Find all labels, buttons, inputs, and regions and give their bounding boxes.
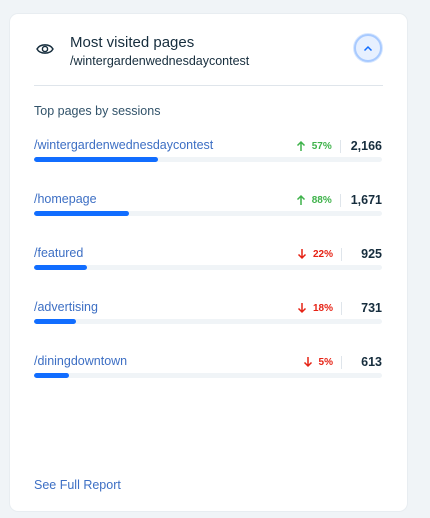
page-link[interactable]: /wintergardenwednesdaycontest [34, 138, 213, 152]
change-percent: 88% [311, 194, 332, 206]
page-link[interactable]: /diningdowntown [34, 354, 127, 368]
arrow-up-icon [296, 140, 305, 151]
progress-fill [34, 265, 87, 270]
metric-separator [341, 247, 342, 261]
session-count: 1,671 [350, 193, 382, 207]
section-label: Top pages by sessions [34, 104, 161, 118]
progress-track [34, 157, 382, 162]
page-link[interactable]: /featured [34, 246, 83, 260]
metric-separator [341, 301, 342, 315]
session-count: 925 [361, 247, 382, 261]
header-divider [34, 85, 383, 86]
progress-track [34, 319, 382, 324]
arrow-down-icon [297, 303, 307, 314]
progress-fill [34, 211, 129, 216]
see-full-report-link[interactable]: See Full Report [34, 478, 121, 492]
page-metric: 88% 1,671 [296, 192, 382, 208]
eye-icon [36, 44, 54, 54]
list-item: /advertising 18% 731 [34, 300, 382, 340]
change-percent: 57% [311, 140, 332, 152]
card-header: Most visited pages /wintergardenwednesda… [10, 14, 407, 86]
change-percent: 5% [318, 356, 333, 368]
list-item: /diningdowntown 5% 613 [34, 354, 382, 394]
progress-fill [34, 157, 158, 162]
card-subtitle: /wintergardenwednesdaycontest [70, 54, 250, 68]
list-item: /homepage 88% 1,671 [34, 192, 382, 232]
page-metric: 5% 613 [303, 354, 382, 370]
progress-track [34, 373, 382, 378]
session-count: 2,166 [350, 139, 382, 153]
progress-track [34, 211, 382, 216]
progress-fill [34, 319, 76, 324]
list-item: /wintergardenwednesdaycontest 57% 2,166 [34, 138, 382, 178]
most-visited-pages-card: Most visited pages /wintergardenwednesda… [10, 14, 407, 511]
arrow-down-icon [297, 249, 307, 260]
page-metric: 22% 925 [297, 246, 382, 262]
metric-separator [339, 139, 341, 153]
arrow-down-icon [303, 357, 312, 368]
page-metric: 18% 731 [297, 300, 382, 316]
metric-separator [341, 355, 342, 369]
change-percent: 18% [312, 302, 333, 314]
card-title: Most visited pages [70, 34, 195, 51]
list-item: /featured 22% 925 [34, 246, 382, 286]
page-link[interactable]: /homepage [34, 192, 97, 206]
page-metric: 57% 2,166 [296, 138, 382, 154]
change-percent: 22% [312, 248, 333, 260]
page-link[interactable]: /advertising [34, 300, 98, 314]
collapse-button[interactable] [354, 34, 382, 62]
progress-fill [34, 373, 69, 378]
arrow-up-icon [296, 194, 305, 205]
chevron-up-icon [363, 45, 373, 51]
session-count: 731 [361, 301, 382, 315]
progress-track [34, 265, 382, 270]
metric-separator [339, 193, 341, 207]
session-count: 613 [361, 355, 382, 369]
